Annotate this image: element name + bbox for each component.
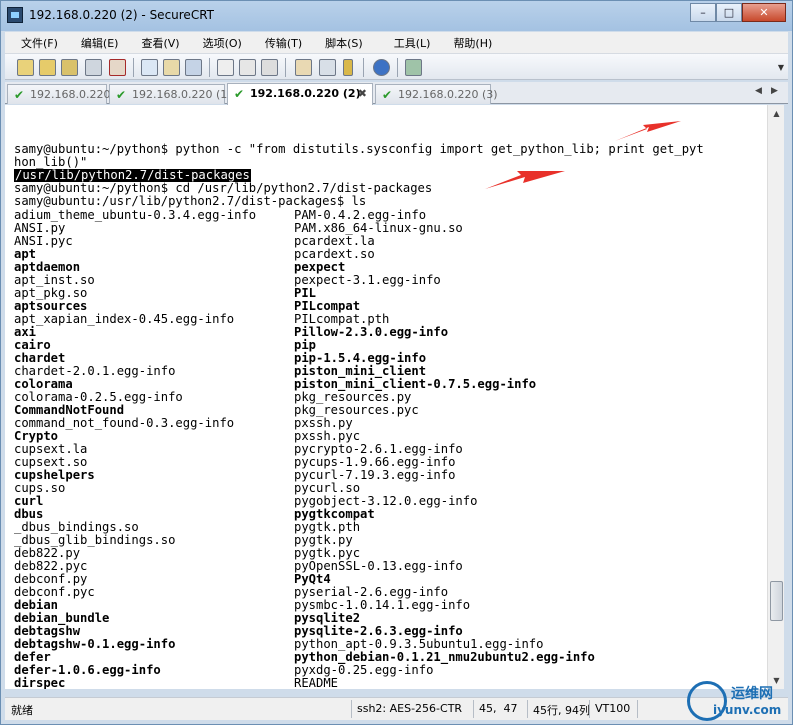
menu-view[interactable]: 查看(V) [125, 35, 186, 51]
scroll-up-icon[interactable]: ▲ [768, 105, 785, 122]
tab-scroll-right-icon[interactable]: ▶ [771, 86, 778, 96]
status-ready: 就绪 [11, 704, 33, 717]
menu-bar: 文件(F) 编辑(E) 查看(V) 选项(O) 传输(T) 脚本(S) 工具(L… [5, 32, 788, 53]
toolbar: ▼ [5, 53, 788, 80]
toolbar-separator [285, 58, 286, 77]
tab-close-icon[interactable]: ✖ [358, 84, 367, 103]
status-terminal-type: VT100 [595, 702, 631, 715]
tab-session-3[interactable]: ✔ 192.168.0.220 (3) [375, 84, 498, 104]
connected-check-icon: ✔ [234, 87, 245, 101]
print-icon[interactable] [217, 59, 234, 76]
printer-setup-icon[interactable] [261, 59, 278, 76]
status-divider [637, 700, 638, 718]
arrow-shape-1 [615, 121, 681, 141]
window-title: 192.168.0.220 (2) - SecureCRT [29, 8, 214, 22]
arrow-shape-2 [485, 171, 565, 189]
status-protocol: ssh2: AES-256-CTR [357, 702, 463, 715]
connected-check-icon: ✔ [14, 88, 25, 102]
listing-file-entry: README [294, 676, 339, 690]
listing-file-entry: pexpect-3.1.egg-info [294, 273, 441, 287]
connected-check-icon: ✔ [116, 88, 127, 102]
status-divider [351, 700, 352, 718]
window-controls: – □ ✕ [690, 3, 786, 22]
menu-transfer[interactable]: 传输(T) [249, 35, 309, 51]
scrollbar-thumb[interactable] [770, 581, 783, 621]
terminal-line: samy@ubuntu:/usr/lib/python2.7/dist-pack… [14, 194, 367, 208]
app-icon [7, 7, 23, 23]
status-divider [473, 700, 474, 718]
status-cursor-position: 45, 47 [479, 702, 518, 715]
toolbar-separator [133, 58, 134, 77]
minimize-button[interactable]: – [690, 3, 716, 22]
help-icon[interactable] [373, 59, 390, 76]
session-options-icon[interactable] [295, 59, 312, 76]
sftp-icon[interactable] [405, 59, 422, 76]
menu-help[interactable]: 帮助(H) [437, 35, 499, 51]
toolbar-separator [363, 58, 364, 77]
site-watermark-logo: 运维网 iyunv.com [687, 681, 787, 723]
paste-icon[interactable] [163, 59, 180, 76]
annotation-arrow [615, 121, 681, 141]
menu-script[interactable]: 脚本(S) [309, 35, 370, 51]
tab-session-2[interactable]: ✔ 192.168.0.220 (2) ✖ [227, 83, 373, 105]
status-terminal-size: 45行, 94列 [533, 704, 590, 717]
quick-connect-icon[interactable] [39, 59, 56, 76]
listing-file-entry: apt_xapian_index-0.45.egg-info [14, 312, 235, 326]
connect-icon[interactable] [17, 59, 34, 76]
status-divider [589, 700, 590, 718]
tab-label: 192.168.0.220 (1) [132, 88, 232, 101]
connect-tab-icon[interactable] [61, 59, 78, 76]
title-bar[interactable]: 192.168.0.220 (2) - SecureCRT – □ ✕ [1, 1, 792, 31]
vertical-scrollbar[interactable]: ▲ ▼ [767, 105, 784, 689]
menu-file[interactable]: 文件(F) [5, 35, 65, 51]
status-divider [527, 700, 528, 718]
tab-session-0[interactable]: ✔ 192.168.0.220 [7, 84, 111, 104]
close-button[interactable]: ✕ [742, 3, 786, 22]
tab-session-1[interactable]: ✔ 192.168.0.220 (1) [109, 84, 232, 104]
reconnect-icon[interactable] [85, 59, 102, 76]
menu-edit[interactable]: 编辑(E) [65, 35, 126, 51]
securecrt-window: 192.168.0.220 (2) - SecureCRT – □ ✕ 文件(F… [0, 0, 793, 725]
connected-check-icon: ✔ [382, 88, 393, 102]
copy-icon[interactable] [141, 59, 158, 76]
annotation-arrow [485, 171, 565, 189]
toolbar-overflow-icon[interactable]: ▼ [778, 63, 784, 72]
print-selection-icon[interactable] [239, 59, 256, 76]
watermark-text: 运维网 [731, 686, 773, 702]
toolbar-separator [209, 58, 210, 77]
terminal-line: samy@ubuntu:~/python$ python -c "from di… [14, 142, 704, 156]
session-tab-bar: ✔ 192.168.0.220 ✔ 192.168.0.220 (1) ✔ 19… [5, 82, 788, 105]
tab-label: 192.168.0.220 (2) [250, 87, 361, 100]
find-icon[interactable] [185, 59, 202, 76]
menu-tools[interactable]: 工具(L) [378, 35, 438, 51]
global-options-icon[interactable] [319, 59, 336, 76]
menu-options[interactable]: 选项(O) [187, 35, 249, 51]
terminal-screen[interactable]: samy@ubuntu:~/python$ python -c "from di… [5, 105, 767, 689]
status-bar: 就绪 ssh2: AES-256-CTR 45, 47 45行, 94列 VT1… [5, 697, 788, 720]
toolbar-separator [397, 58, 398, 77]
key-icon[interactable] [343, 59, 353, 76]
disconnect-icon[interactable] [109, 59, 126, 76]
watermark-url: iyunv.com [713, 703, 782, 717]
listing-directory-entry: dirspec [14, 676, 66, 690]
tab-label: 192.168.0.220 (3) [398, 88, 498, 101]
listing-directory-entry: Pillow-2.3.0.egg-info [294, 325, 449, 339]
maximize-button[interactable]: □ [716, 3, 742, 22]
tab-label: 192.168.0.220 [30, 88, 111, 101]
tab-scroll-left-icon[interactable]: ◀ [755, 86, 762, 96]
